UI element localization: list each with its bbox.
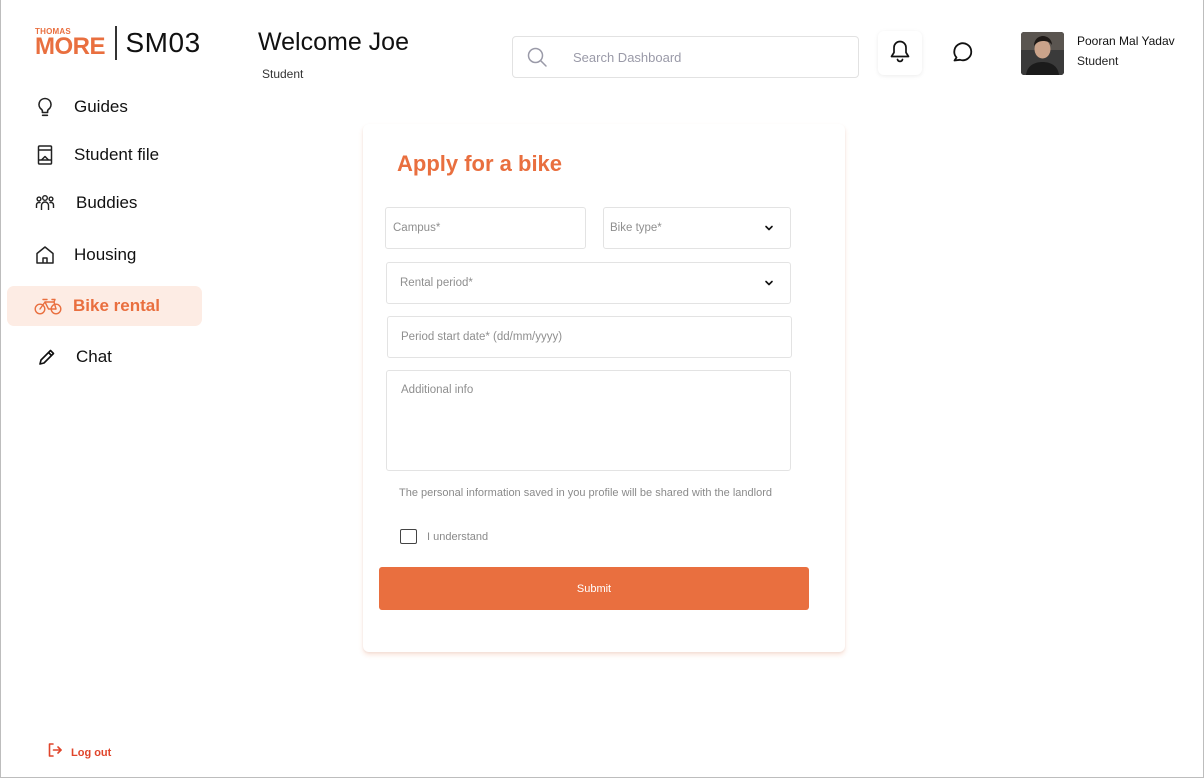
bike-type-placeholder: Bike type*: [610, 222, 662, 234]
sidebar-nav: Guides Student file Buddies Housing Bike…: [7, 84, 202, 377]
app-code: SM03: [125, 27, 201, 58]
student-file-icon: [35, 145, 55, 165]
user-role: Student: [1077, 54, 1119, 68]
rental-period-placeholder: Rental period*: [400, 277, 473, 289]
logo: THOMAS MORE SM03: [35, 26, 201, 60]
understand-checkbox-label: I understand: [427, 530, 489, 543]
additional-info-placeholder: Additional info: [401, 384, 474, 396]
logo-main-text: MORE: [35, 32, 106, 60]
search-bar: [512, 36, 859, 78]
start-date-field[interactable]: Period start date* (dd/mm/yyyy): [387, 316, 792, 358]
messages-button[interactable]: [946, 36, 980, 70]
sidebar-item-student-file[interactable]: Student file: [7, 135, 202, 175]
start-date-placeholder: Period start date* (dd/mm/yyyy): [401, 331, 563, 343]
understand-checkbox[interactable]: [400, 529, 417, 544]
page-title: Welcome Joe: [258, 28, 409, 56]
sidebar-item-bike-rental[interactable]: Bike rental: [7, 286, 202, 326]
lightbulb-icon: [35, 97, 55, 117]
privacy-notice: The personal information saved in you pr…: [399, 487, 772, 499]
submit-button[interactable]: Submit: [379, 567, 809, 610]
logo-divider: [115, 26, 117, 60]
sidebar-item-label: Bike rental: [73, 296, 160, 315]
avatar[interactable]: [1021, 32, 1064, 75]
campus-placeholder: Campus*: [393, 222, 441, 234]
pencil-icon: [37, 347, 57, 367]
additional-info-textarea[interactable]: Additional info: [386, 370, 791, 471]
sidebar-item-label: Housing: [74, 245, 137, 264]
house-icon: [35, 245, 55, 265]
logout-button[interactable]: Log out: [47, 742, 111, 763]
sidebar-item-label: Guides: [74, 97, 128, 116]
bell-icon: [889, 39, 911, 68]
bike-application-card: Apply for a bike Campus* Bike type* Rent…: [363, 124, 845, 652]
sidebar-item-guides[interactable]: Guides: [7, 87, 202, 127]
sidebar-item-label: Chat: [76, 347, 112, 366]
form-title: Apply for a bike: [397, 151, 563, 176]
bike-icon: [34, 296, 62, 316]
sidebar-item-label: Student file: [74, 145, 160, 164]
chevron-down-icon: [765, 225, 773, 231]
notifications-button[interactable]: [878, 31, 922, 75]
rental-period-select[interactable]: Rental period*: [386, 262, 791, 304]
user-role-subtitle: Student: [262, 67, 304, 81]
buddies-icon: [35, 193, 55, 213]
thomas-more-logo: THOMAS MORE: [35, 27, 106, 60]
logout-label: Log out: [71, 746, 112, 759]
search-input[interactable]: [573, 49, 833, 65]
sidebar-item-housing[interactable]: Housing: [7, 235, 202, 275]
understand-checkbox-row[interactable]: I understand: [400, 529, 488, 544]
campus-field[interactable]: Campus*: [385, 207, 586, 249]
sidebar-item-buddies[interactable]: Buddies: [7, 183, 202, 223]
search-icon[interactable]: [526, 46, 548, 68]
sidebar-item-chat[interactable]: Chat: [7, 337, 202, 377]
logout-icon: [47, 742, 63, 763]
user-name: Pooran Mal Yadav: [1077, 34, 1175, 48]
bike-type-select[interactable]: Bike type*: [603, 207, 791, 249]
chat-bubble-icon: [951, 39, 975, 68]
sidebar-item-label: Buddies: [76, 193, 138, 212]
chevron-down-icon: [765, 280, 773, 286]
